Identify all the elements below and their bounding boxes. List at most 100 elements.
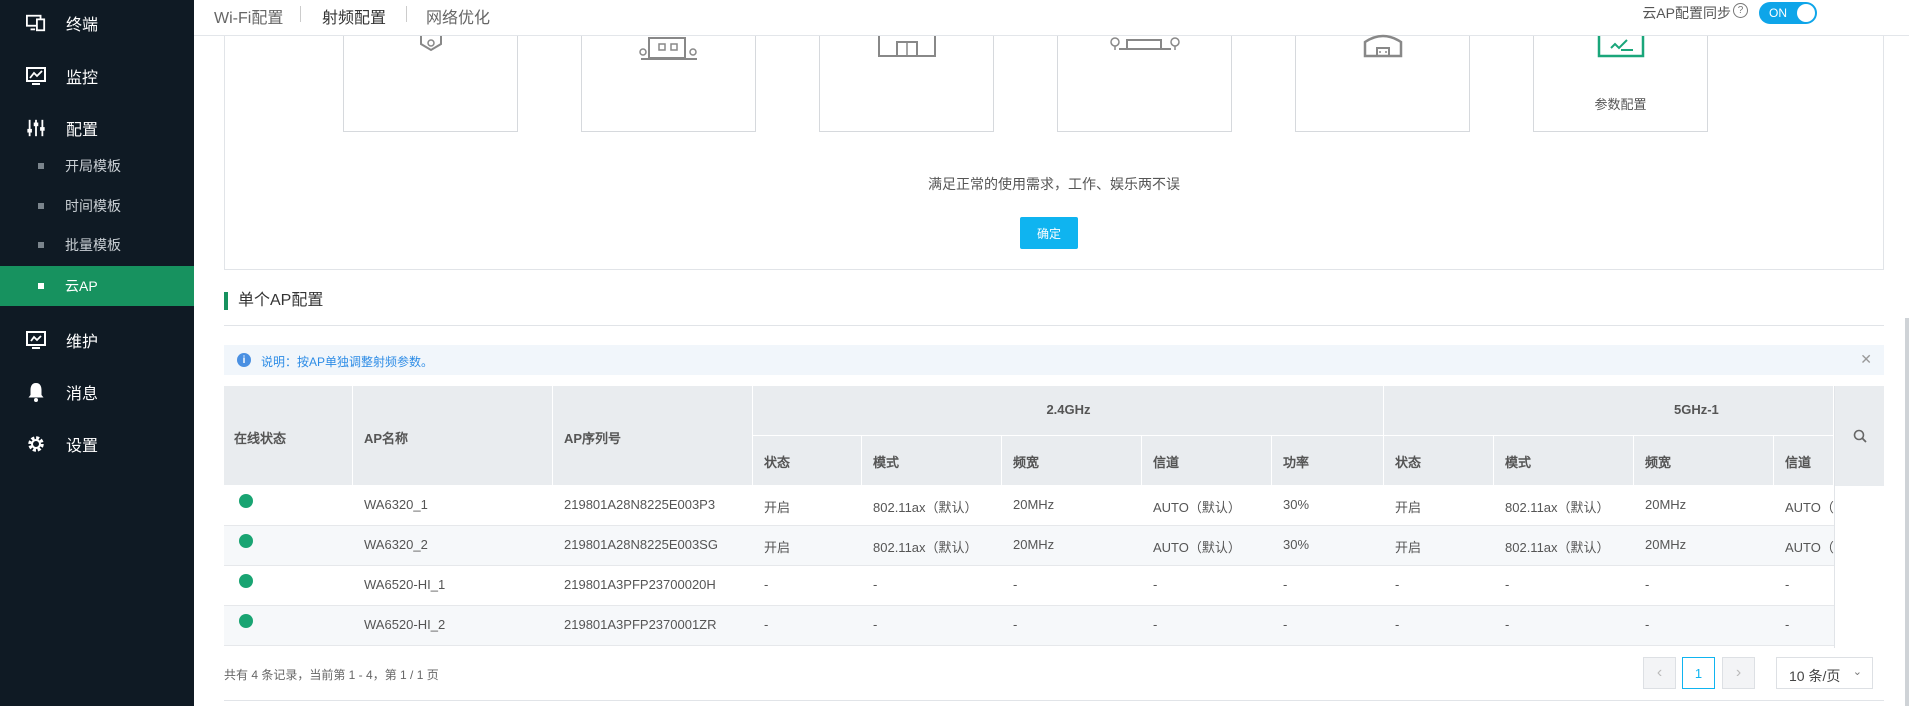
chevron-down-icon: ⌄	[1852, 666, 1862, 678]
cell-5-bandwidth: 20MHz	[1645, 497, 1687, 512]
sidebar-subitem-time-template[interactable]: 时间模板	[0, 186, 194, 226]
page-size-select[interactable]: 10 条/页 ⌄	[1776, 657, 1873, 689]
cell-ap-name: WA6320_2	[364, 537, 428, 552]
bullet-icon	[38, 242, 44, 248]
tab-divider	[406, 6, 407, 22]
cell-24-status: 开启	[764, 500, 791, 515]
col-header-24-status[interactable]: 状态	[753, 436, 862, 486]
maintenance-icon	[26, 330, 46, 350]
col-header-ap-name[interactable]: AP名称	[353, 386, 553, 486]
sidebar-item-config[interactable]: 配置	[0, 108, 194, 148]
search-column	[1834, 386, 1884, 648]
col-header-24-bandwidth[interactable]: 频宽	[1002, 436, 1142, 486]
cell-24-mode: 802.11ax（默认）	[873, 540, 978, 555]
sidebar-item-maintenance[interactable]: 维护	[0, 320, 194, 360]
sidebar-item-label: 配置	[66, 122, 99, 139]
sidebar-subitem-label: 云AP	[65, 278, 98, 294]
sidebar-item-label: 维护	[66, 334, 99, 351]
notice-text: 说明：按AP单独调整射频参数。	[261, 355, 434, 369]
col-header-24-power[interactable]: 功率	[1272, 436, 1384, 486]
online-status-dot	[239, 494, 253, 508]
cell-5-channel: -	[1785, 577, 1790, 592]
tab-radio-config[interactable]: 射频配置	[322, 4, 386, 28]
sidebar-subitem-label: 时间模板	[65, 198, 121, 214]
building-scene-icon	[638, 37, 697, 60]
cell-24-channel: AUTO（默认）	[1153, 500, 1241, 515]
sidebar-item-settings[interactable]: 设置	[0, 424, 194, 464]
col-header-5-channel[interactable]: 信道	[1774, 436, 1834, 486]
cell-5-status: -	[1395, 577, 1400, 592]
cell-ap-name: WA6320_1	[364, 497, 428, 512]
scenario-card-custom-config[interactable]: 参数配置	[1533, 36, 1708, 132]
cell-5-channel: AUTO（	[1785, 500, 1834, 515]
col-header-5-status[interactable]: 状态	[1384, 436, 1494, 486]
cloud-ap-sync-toggle[interactable]: ON	[1759, 2, 1817, 24]
table-row[interactable]	[224, 566, 1884, 606]
cell-5-mode: -	[1505, 617, 1510, 632]
cell-ap-serial: 219801A28N8225E003P3	[564, 497, 716, 512]
scenario-description: 满足正常的使用需求，工作、娱乐两不误	[928, 176, 1180, 192]
sidebar-subitem-label: 批量模板	[65, 237, 121, 253]
cell-24-bandwidth: 20MHz	[1013, 537, 1055, 552]
toggle-knob	[1797, 4, 1815, 22]
help-icon[interactable]: ?	[1733, 3, 1748, 18]
sidebar-item-label: 终端	[66, 17, 99, 34]
sidebar-subitem-startup-template[interactable]: 开局模板	[0, 146, 194, 186]
sidebar-item-label: 消息	[66, 386, 99, 403]
sidebar-item-messages[interactable]: 消息	[0, 372, 194, 412]
outdoor-scene-icon	[1109, 37, 1180, 50]
search-icon[interactable]	[1853, 429, 1867, 443]
monitor-icon	[26, 13, 46, 33]
online-status-dot	[239, 614, 253, 628]
page-number-button[interactable]: 1	[1682, 657, 1715, 689]
col-header-5-bandwidth[interactable]: 频宽	[1634, 436, 1774, 486]
sidebar-item-monitoring[interactable]: 监控	[0, 56, 194, 96]
cell-24-bandwidth: -	[1013, 577, 1018, 592]
toggle-label: ON	[1769, 6, 1787, 20]
col-header-ap-serial[interactable]: AP序列号	[553, 386, 753, 486]
cell-5-status: 开启	[1395, 500, 1422, 515]
table-row[interactable]	[224, 606, 1884, 646]
col-header-24-mode[interactable]: 模式	[862, 436, 1002, 486]
sidebar-item-terminal[interactable]: 终端	[0, 3, 194, 43]
cell-24-status: -	[764, 617, 769, 632]
tab-wifi-config[interactable]: Wi-Fi配置	[214, 4, 283, 28]
bell-icon	[26, 382, 46, 402]
cell-24-power: -	[1283, 577, 1288, 592]
tab-network-optimization[interactable]: 网络优化	[426, 4, 490, 28]
next-page-button[interactable]: ›	[1722, 657, 1755, 689]
top-tab-bar: Wi-Fi配置 射频配置 网络优化 云AP配置同步 ? ON	[194, 0, 1909, 36]
scenario-card-outdoor[interactable]	[1057, 36, 1232, 132]
prev-page-button[interactable]: ‹	[1643, 657, 1676, 689]
sidebar-subitem-label: 开局模板	[65, 158, 121, 174]
tab-divider	[300, 6, 301, 22]
scenario-card-building[interactable]	[581, 36, 756, 132]
page-size-value: 10 条/页	[1789, 668, 1841, 684]
col-header-5-mode[interactable]: 模式	[1494, 436, 1634, 486]
scenario-card-home[interactable]	[343, 36, 518, 132]
col-header-search	[1835, 386, 1884, 486]
bullet-icon	[38, 163, 44, 169]
col-header-24-channel[interactable]: 信道	[1142, 436, 1272, 486]
sliders-icon	[26, 118, 46, 138]
confirm-button[interactable]: 确定	[1020, 217, 1078, 249]
store-scene-icon	[877, 36, 936, 57]
cell-5-mode: 802.11ax（默认）	[1505, 540, 1610, 555]
col-header-online-status[interactable]: 在线状态	[224, 386, 353, 486]
scenario-card-hall[interactable]	[1295, 34, 1470, 132]
sidebar-item-label: 监控	[66, 70, 99, 87]
sidebar-subitem-batch-template[interactable]: 批量模板	[0, 225, 194, 265]
cell-5-channel: -	[1785, 617, 1790, 632]
cell-5-bandwidth: -	[1645, 617, 1650, 632]
online-status-dot	[239, 534, 253, 548]
scenario-card-store[interactable]	[819, 36, 994, 132]
cell-24-status: 开启	[764, 540, 791, 555]
cell-ap-serial: 219801A3PFP2370001ZR	[564, 617, 717, 632]
cell-5-mode: 802.11ax（默认）	[1505, 500, 1610, 515]
page-scrollbar[interactable]	[1905, 318, 1909, 706]
close-icon[interactable]: ✕	[1860, 351, 1872, 368]
section-divider	[224, 325, 1884, 326]
col-header-band-5ghz-1: 5GHz-1	[1384, 386, 1834, 436]
content-bottom-divider	[224, 700, 1884, 701]
sidebar-subitem-cloud-ap[interactable]: 云AP	[0, 266, 194, 306]
